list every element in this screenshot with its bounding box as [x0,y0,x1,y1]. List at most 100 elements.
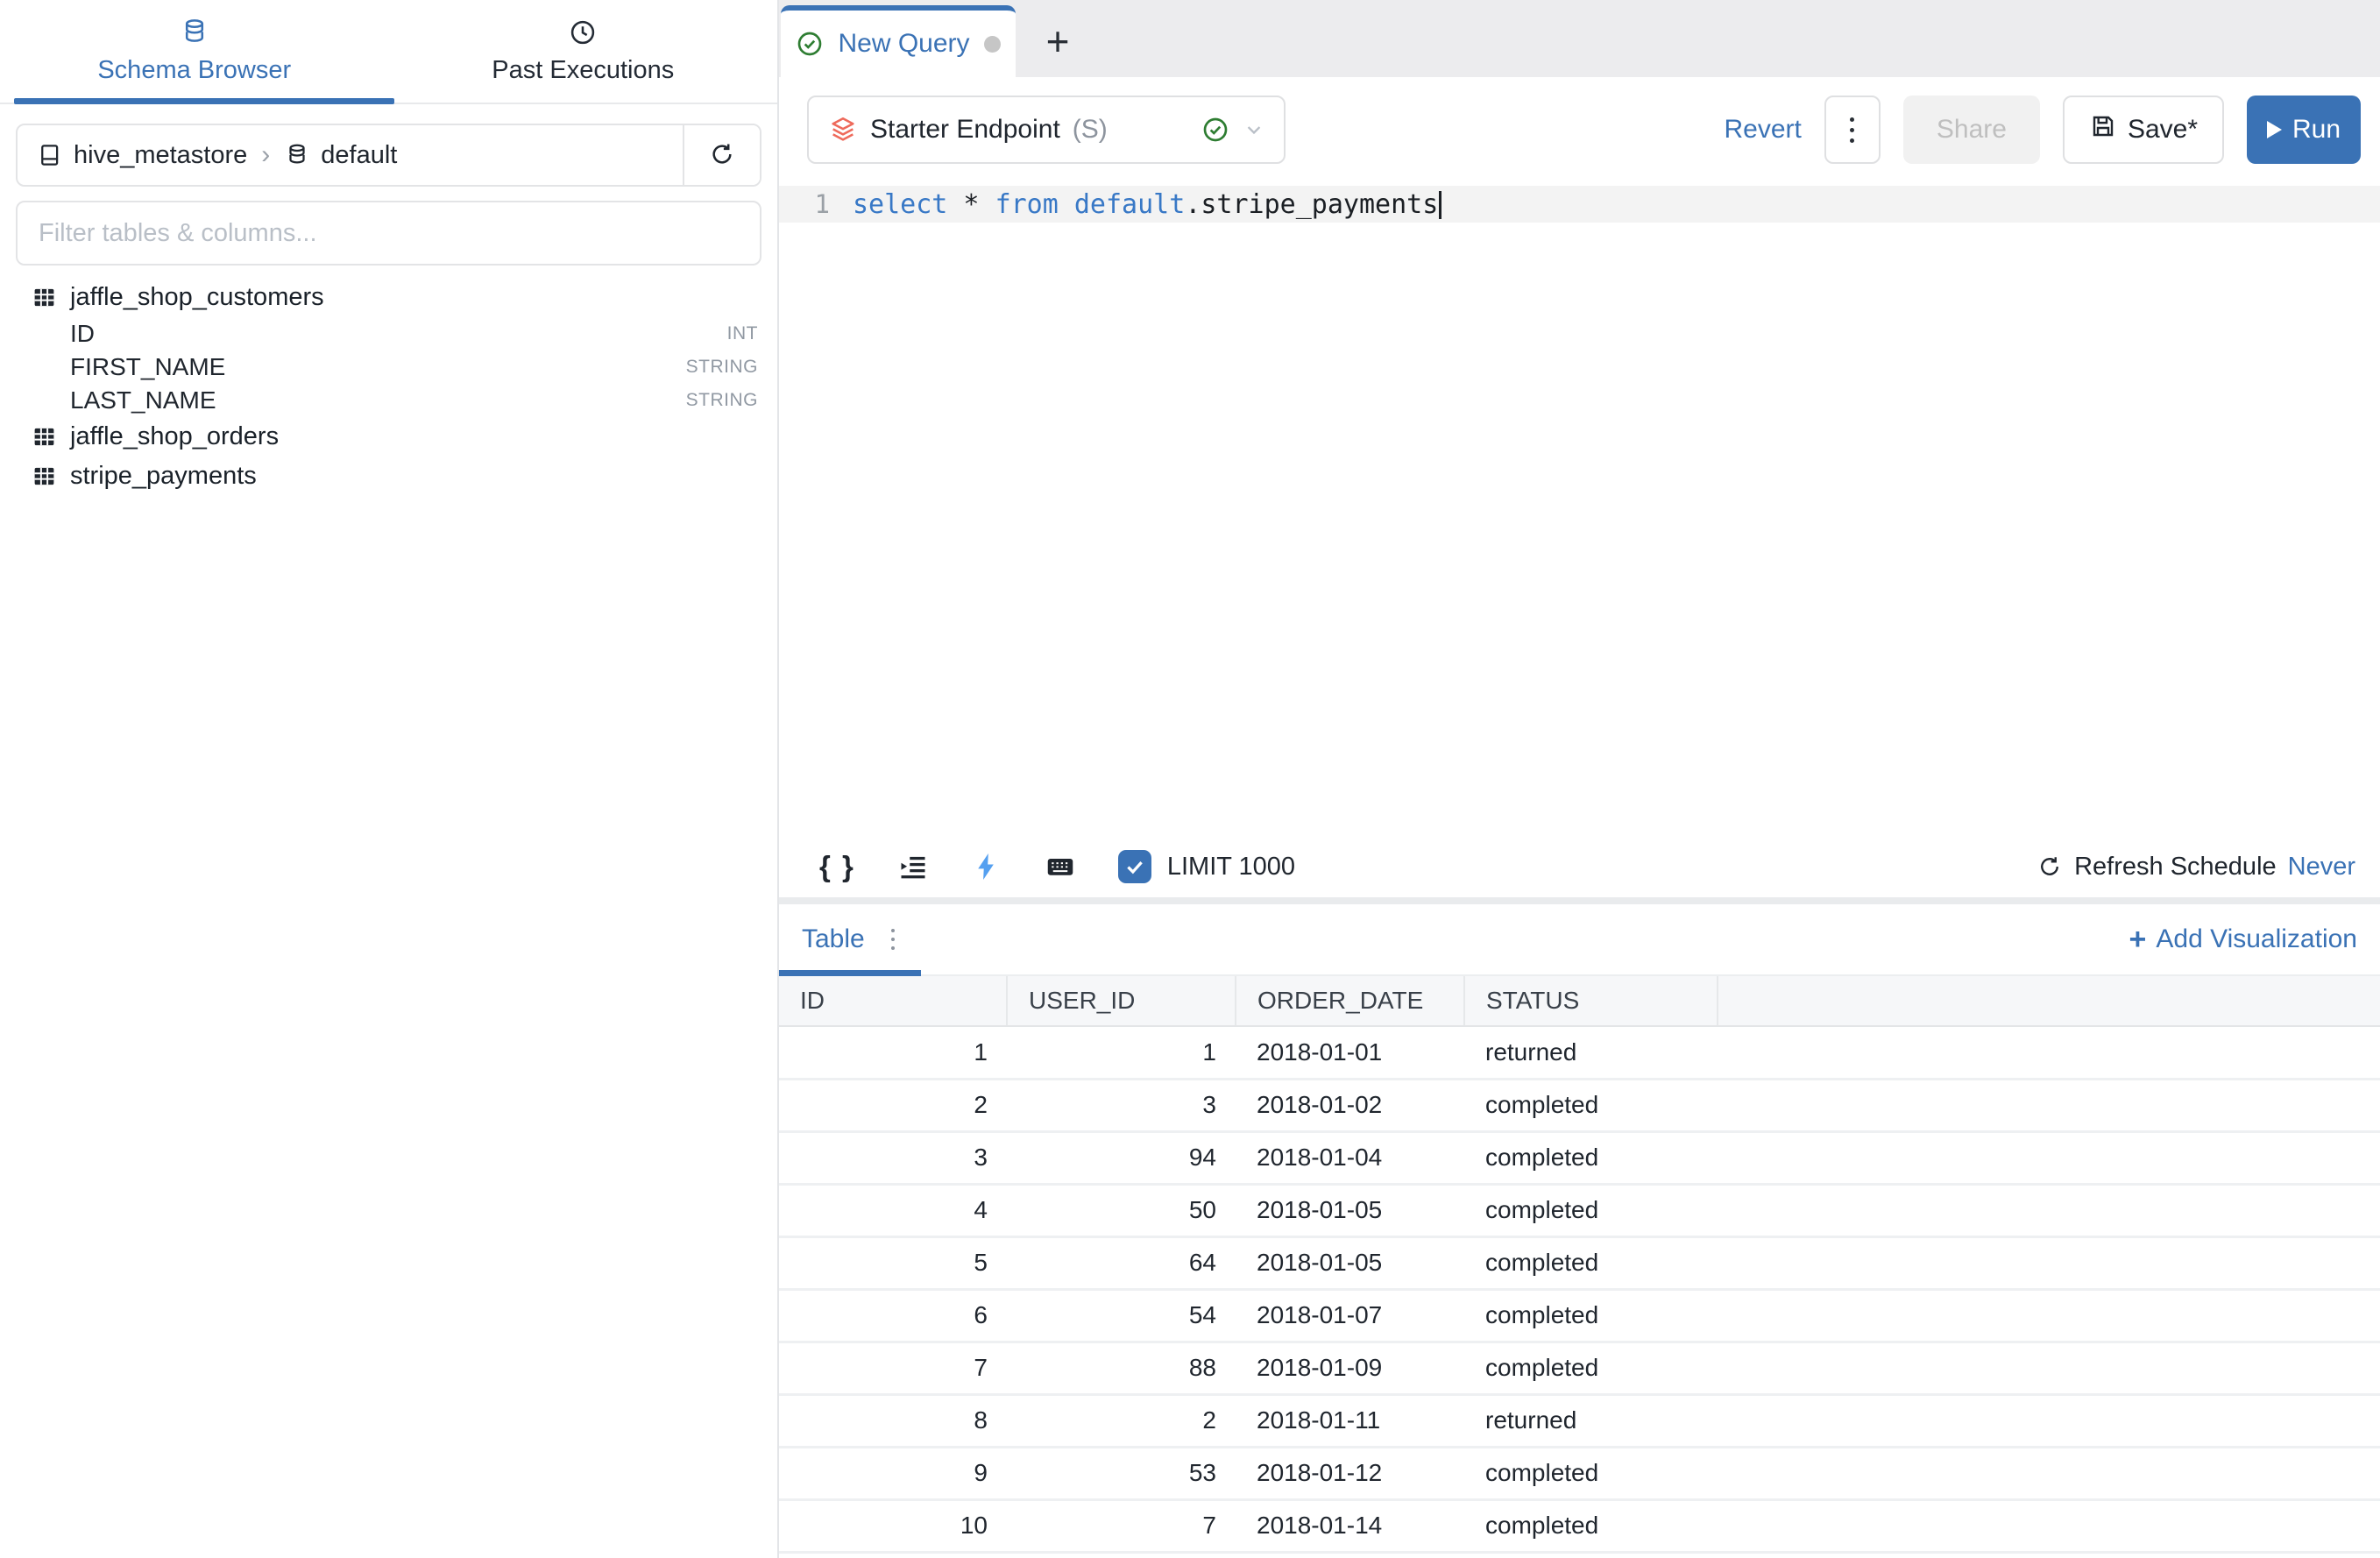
column-type: STRING [686,357,758,378]
schema-sidebar: Schema Browser Past Executions [0,0,779,1558]
sql-code: select * from default.stripe_payments [853,189,1441,220]
keyboard-shortcuts-icon[interactable] [1045,851,1076,882]
visualization-tab-bar: Table + Add Visualization [779,904,2380,976]
table-row: 10 7 2018-01-14 completed [779,1499,2380,1552]
tab-table-visualization[interactable]: Table [802,924,895,954]
breadcrumb-catalog[interactable]: hive_metastore [74,141,247,170]
table-row: 4 50 2018-01-05 completed [779,1184,2380,1236]
sidebar-tab-label: Schema Browser [97,56,291,85]
table-icon [32,464,57,489]
table-row: 11 99 2018-01-14 completed [779,1552,2380,1558]
query-tab-strip: New Query + [779,0,2380,77]
play-icon [2267,121,2282,138]
column-header-id[interactable]: ID [779,976,1007,1026]
sql-editor[interactable]: 1 select * from default.stripe_payments [779,182,2380,836]
save-icon [2089,112,2117,147]
save-label: Save* [2128,115,2198,145]
refresh-schedule: Refresh Schedule Never [2036,853,2355,882]
table-row: 2 3 2018-01-02 completed [779,1079,2380,1131]
column-header-order-date[interactable]: ORDER_DATE [1236,976,1464,1026]
refresh-schedule-value[interactable]: Never [2288,853,2355,882]
editor-footer: { } [779,836,2380,897]
schema-column-row[interactable]: LAST_NAME STRING [0,384,777,417]
endpoint-layers-icon [828,115,858,145]
refresh-schedule-label: Refresh Schedule [2074,853,2277,882]
table-name: jaffle_shop_orders [70,422,279,451]
table-icon [32,424,57,450]
sidebar-tabs: Schema Browser Past Executions [0,0,777,104]
active-tab-indicator [14,98,394,104]
refresh-icon [708,140,736,171]
sql-editor-app: Schema Browser Past Executions [0,0,2380,1558]
run-button[interactable]: Run [2247,96,2361,164]
results-header-row: ID USER_ID ORDER_DATE STATUS [779,976,2380,1026]
add-query-tab-button[interactable]: + [1016,5,1100,77]
add-visualization-button[interactable]: + Add Visualization [2129,923,2357,957]
column-type: INT [727,323,758,344]
sql-line[interactable]: 1 select * from default.stripe_payments [779,186,2380,223]
chevron-down-icon [1242,117,1266,142]
endpoint-name: Starter Endpoint [870,115,1060,145]
table-name: jaffle_shop_customers [70,283,324,312]
endpoint-size: (S) [1073,115,1108,145]
more-options-button[interactable] [1824,96,1881,164]
results-table: ID USER_ID ORDER_DATE STATUS 1 1 2018-01… [779,976,2380,1558]
schema-column-row[interactable]: FIRST_NAME STRING [0,351,777,384]
breadcrumb[interactable]: hive_metastore › default [18,125,684,185]
column-name: LAST_NAME [70,386,216,414]
pane-divider[interactable] [779,897,2380,904]
viz-tab-label: Table [802,924,865,954]
run-label: Run [2292,115,2341,145]
limit-checkbox[interactable] [1118,850,1151,883]
revert-button[interactable]: Revert [1725,115,1802,145]
viz-kebab-icon[interactable] [891,929,895,950]
breadcrumb-schema[interactable]: default [321,141,397,170]
query-editor-main: New Query + Starter Endpoint (S) [779,0,2380,1558]
table-row: 7 88 2018-01-09 completed [779,1342,2380,1394]
lightning-icon[interactable] [971,851,1002,882]
column-type: STRING [686,390,758,411]
viz-active-indicator [779,970,921,976]
endpoint-status-icon [1201,116,1229,144]
schema-table-row[interactable]: jaffle_shop_orders [0,417,777,457]
column-name: FIRST_NAME [70,353,225,381]
endpoint-select[interactable]: Starter Endpoint (S) [807,96,1286,164]
column-header-user-id[interactable]: USER_ID [1007,976,1236,1026]
refresh-schedule-icon [2036,853,2063,880]
table-row: 9 53 2018-01-12 completed [779,1447,2380,1499]
schema-table-row[interactable]: jaffle_shop_customers [0,278,777,317]
indent-icon[interactable] [897,851,929,882]
tab-schema-browser[interactable]: Schema Browser [0,0,389,103]
catalog-icon [37,142,63,168]
results-pane: Table + Add Visualization ID USER_ID ORD… [779,904,2380,1558]
database-icon [284,142,310,168]
table-name: stripe_payments [70,462,257,491]
check-circle-icon [796,30,824,58]
query-tab-label: New Query [838,29,969,59]
share-button[interactable]: Share [1903,96,2040,164]
schema-table-row[interactable]: stripe_payments [0,457,777,496]
clock-icon [568,18,598,47]
limit-group: LIMIT 1000 [1118,850,1295,883]
text-cursor [1439,191,1441,219]
column-header-status[interactable]: STATUS [1464,976,1718,1026]
format-query-icon[interactable]: { } [819,850,855,883]
tab-past-executions[interactable]: Past Executions [389,0,778,103]
table-row: 8 2 2018-01-11 returned [779,1394,2380,1447]
database-icon [180,18,209,47]
table-row: 1 1 2018-01-01 returned [779,1026,2380,1079]
unsaved-dot-icon [984,36,1001,53]
refresh-schema-button[interactable] [684,125,760,185]
filter-input[interactable] [16,201,761,266]
schema-breadcrumb-bar: hive_metastore › default [16,124,761,187]
kebab-icon [1850,117,1854,122]
table-icon [32,285,57,310]
schema-column-row[interactable]: ID INT [0,317,777,351]
table-row: 3 94 2018-01-04 completed [779,1131,2380,1184]
table-row: 6 54 2018-01-07 completed [779,1289,2380,1342]
schema-tree: jaffle_shop_customers ID INT FIRST_NAME … [0,266,777,496]
save-button[interactable]: Save* [2063,96,2224,164]
breadcrumb-separator: › [261,140,270,170]
editor-toolbar: Starter Endpoint (S) [779,77,2380,182]
query-tab-new-query[interactable]: New Query [781,5,1016,77]
